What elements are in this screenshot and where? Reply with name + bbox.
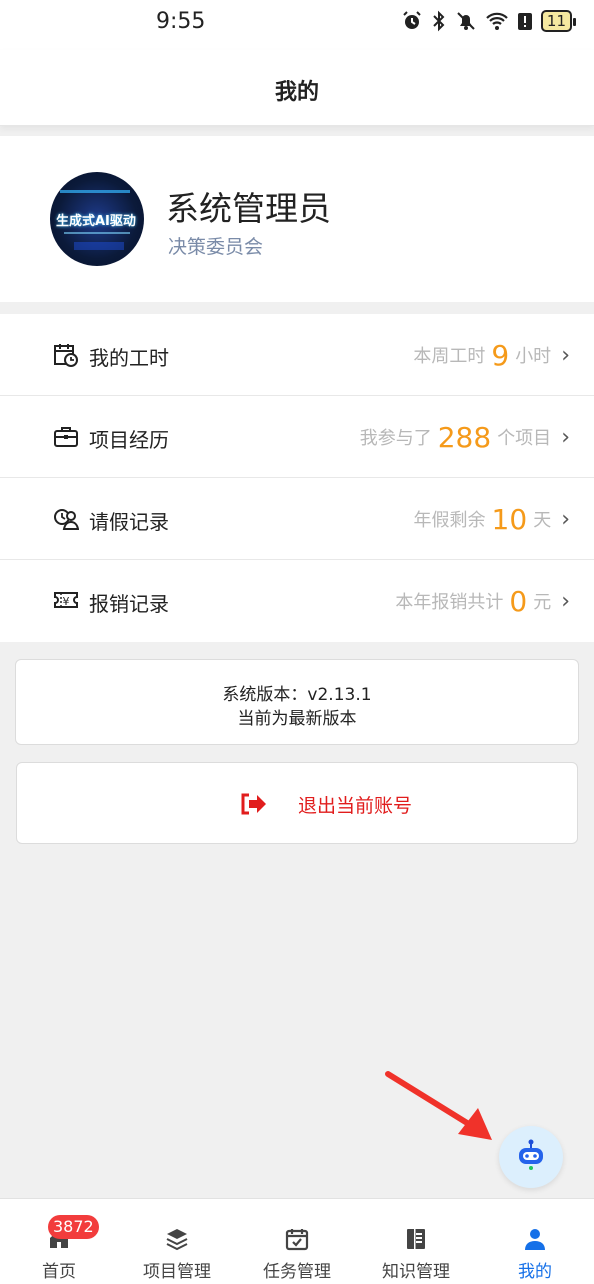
- summary-suffix: 小时: [515, 346, 552, 367]
- tab-label: 任务管理: [263, 1262, 331, 1282]
- menu-item-label: 报销记录: [89, 592, 169, 616]
- leave-person-icon: [53, 506, 80, 532]
- tab-home[interactable]: 3872 首页: [0, 1199, 118, 1284]
- tab-label: 我的: [518, 1262, 552, 1282]
- summary-prefix: 年假剩余: [413, 510, 486, 531]
- page-title: 我的: [274, 80, 319, 105]
- menu-item-reimbursement-records[interactable]: ¥ 报销记录 本年报销共计 0 元 ›: [0, 560, 594, 642]
- summary-suffix: 个项目: [497, 428, 552, 449]
- wifi-icon: [485, 9, 509, 33]
- alarm-icon: [401, 9, 423, 33]
- user-name: 系统管理员: [166, 189, 331, 228]
- summary-suffix: 天: [533, 510, 552, 531]
- chevron-right-icon: ›: [561, 424, 570, 450]
- summary-value: 10: [491, 502, 528, 536]
- task-calendar-icon: [285, 1227, 309, 1251]
- chevron-right-icon: ›: [561, 506, 570, 532]
- battery-indicator: 11: [540, 10, 577, 32]
- avatar-decoration: [74, 242, 124, 250]
- bluetooth-icon: [431, 9, 447, 33]
- status-icons: 11: [401, 9, 577, 33]
- summary-prefix: 本周工时: [413, 346, 486, 367]
- avatar[interactable]: 生成式AI驱动: [50, 172, 144, 266]
- layers-icon: [165, 1227, 189, 1251]
- summary-prefix: 我参与了: [359, 428, 432, 449]
- tab-mine[interactable]: 我的: [476, 1199, 594, 1284]
- annotation-arrow: [385, 1071, 492, 1140]
- summary-value: 0: [509, 584, 528, 618]
- mute-bell-icon: [455, 9, 477, 33]
- logout-icon: [239, 792, 267, 816]
- summary-prefix: 本年报销共计: [395, 592, 504, 613]
- tab-task-management[interactable]: 任务管理: [238, 1199, 356, 1284]
- menu-item-work-hours[interactable]: 我的工时 本周工时 9 小时 ›: [0, 314, 594, 396]
- ai-assistant-button[interactable]: [499, 1126, 563, 1188]
- tab-knowledge-management[interactable]: 知识管理: [357, 1199, 475, 1284]
- avatar-decoration: [60, 190, 130, 193]
- menu-item-project-history[interactable]: 项目经历 我参与了 288 个项目 ›: [0, 396, 594, 478]
- version-status: 当前为最新版本: [237, 709, 357, 729]
- avatar-caption: 生成式AI驱动: [56, 214, 136, 229]
- sim-alert-icon: [517, 9, 533, 33]
- chevron-right-icon: ›: [561, 342, 570, 368]
- tab-label: 首页: [42, 1262, 76, 1282]
- briefcase-icon: [53, 424, 79, 450]
- logout-label: 退出当前账号: [298, 795, 413, 817]
- menu-item-label: 项目经历: [89, 428, 169, 452]
- menu-item-summary: 本周工时 9 小时 ›: [413, 332, 570, 378]
- summary-value: 9: [491, 338, 510, 372]
- version-card: 系统版本：v2.13.1 当前为最新版本: [15, 659, 579, 745]
- profile-menu: 我的工时 本周工时 9 小时 › 项目经历 我参与了 288 个项目 › 请假记…: [0, 314, 594, 642]
- bottom-tab-bar: 3872 首页 项目管理 任务管理 知识管理 我的: [0, 1198, 594, 1284]
- tab-label: 项目管理: [143, 1262, 211, 1282]
- user-department: 决策委员会: [168, 236, 264, 258]
- summary-suffix: 元: [533, 592, 552, 613]
- menu-item-leave-records[interactable]: 请假记录 年假剩余 10 天 ›: [0, 478, 594, 560]
- menu-item-label: 请假记录: [89, 510, 169, 534]
- receipt-icon: ¥: [53, 588, 79, 614]
- status-bar: 9:55 11: [0, 0, 594, 50]
- avatar-decoration: [64, 232, 130, 234]
- tab-project-management[interactable]: 项目管理: [118, 1199, 236, 1284]
- status-time: 9:55: [156, 9, 206, 34]
- svg-text:¥: ¥: [63, 595, 70, 608]
- chevron-right-icon: ›: [561, 588, 570, 614]
- version-number: 系统版本：v2.13.1: [222, 685, 372, 705]
- user-icon: [523, 1227, 547, 1251]
- menu-item-label: 我的工时: [89, 346, 169, 370]
- menu-item-summary: 年假剩余 10 天 ›: [414, 496, 570, 542]
- tab-label: 知识管理: [382, 1262, 450, 1282]
- menu-item-summary: 本年报销共计 0 元 ›: [395, 578, 570, 624]
- summary-value: 288: [437, 420, 492, 454]
- book-icon: [404, 1227, 428, 1251]
- profile-card[interactable]: 生成式AI驱动 系统管理员 决策委员会: [0, 136, 594, 302]
- menu-item-summary: 我参与了 288 个项目 ›: [360, 414, 570, 460]
- robot-icon: [514, 1138, 548, 1176]
- logout-button[interactable]: 退出当前账号: [16, 762, 578, 844]
- clock-calendar-icon: [53, 342, 79, 368]
- nav-bar: 我的: [0, 50, 594, 126]
- notification-badge: 3872: [48, 1215, 99, 1239]
